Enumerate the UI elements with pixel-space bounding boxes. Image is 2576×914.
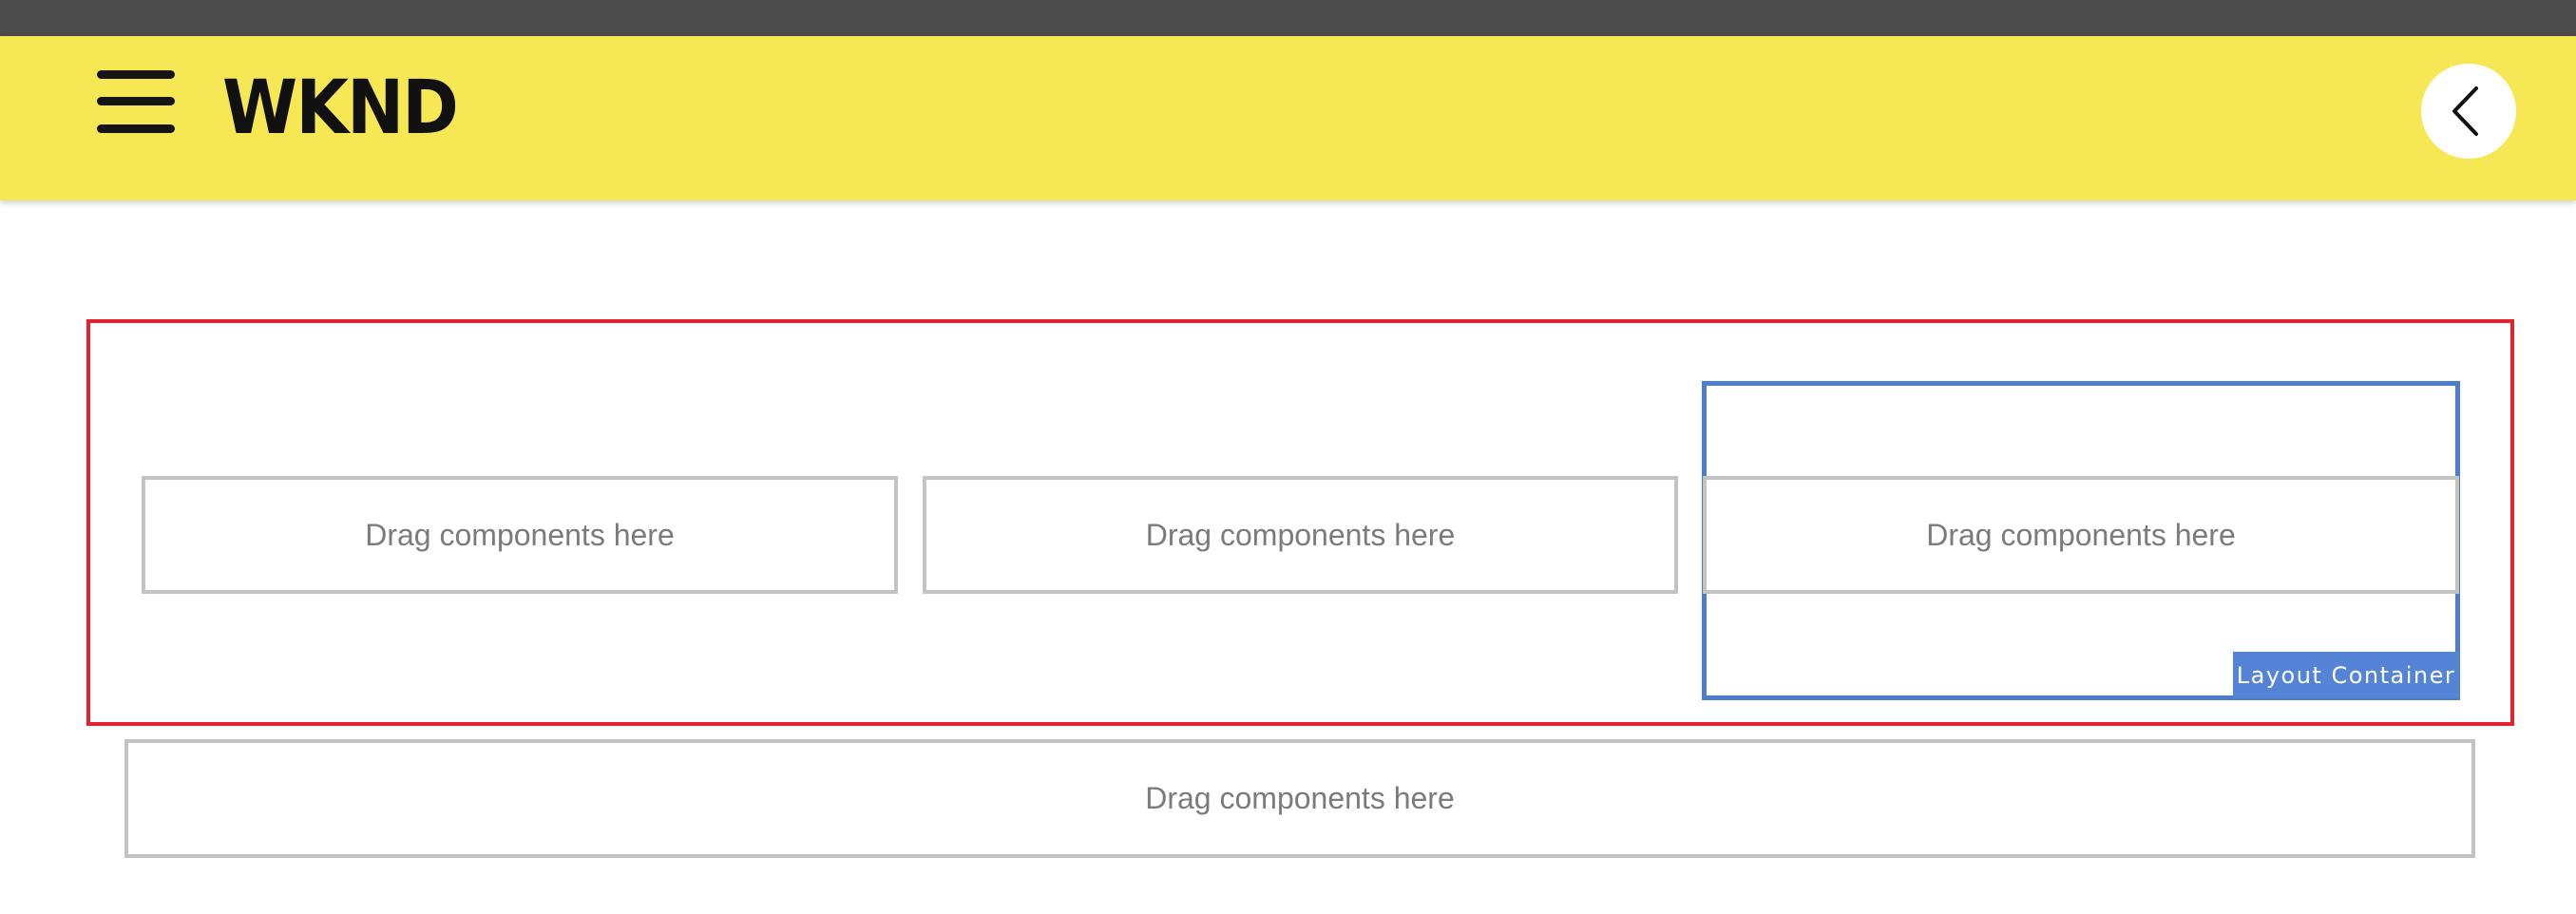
menu-line (97, 124, 175, 133)
back-button[interactable] (2421, 64, 2516, 159)
drop-zone-label: Drag components here (1145, 781, 1455, 815)
site-header: WKND (0, 36, 2576, 200)
menu-line (97, 70, 175, 79)
drop-zone-bottom[interactable]: Drag components here (124, 739, 2475, 858)
drop-zone-label: Drag components here (365, 517, 675, 552)
menu-line (97, 97, 175, 105)
layout-container-label[interactable]: Layout Container (2233, 652, 2459, 698)
site-logo[interactable]: WKND (222, 61, 459, 156)
drop-zone-column-2[interactable]: Drag components here (923, 476, 1678, 594)
drop-zone-column-3[interactable]: Drag components here (1703, 476, 2459, 594)
top-bar (0, 0, 2576, 36)
drop-zone-column-1[interactable]: Drag components here (142, 476, 898, 594)
drop-zone-label: Drag components here (1145, 517, 1456, 552)
drop-zone-label: Drag components here (1926, 517, 2236, 552)
chevron-left-icon (2452, 86, 2478, 136)
hamburger-menu-icon[interactable] (97, 70, 175, 133)
